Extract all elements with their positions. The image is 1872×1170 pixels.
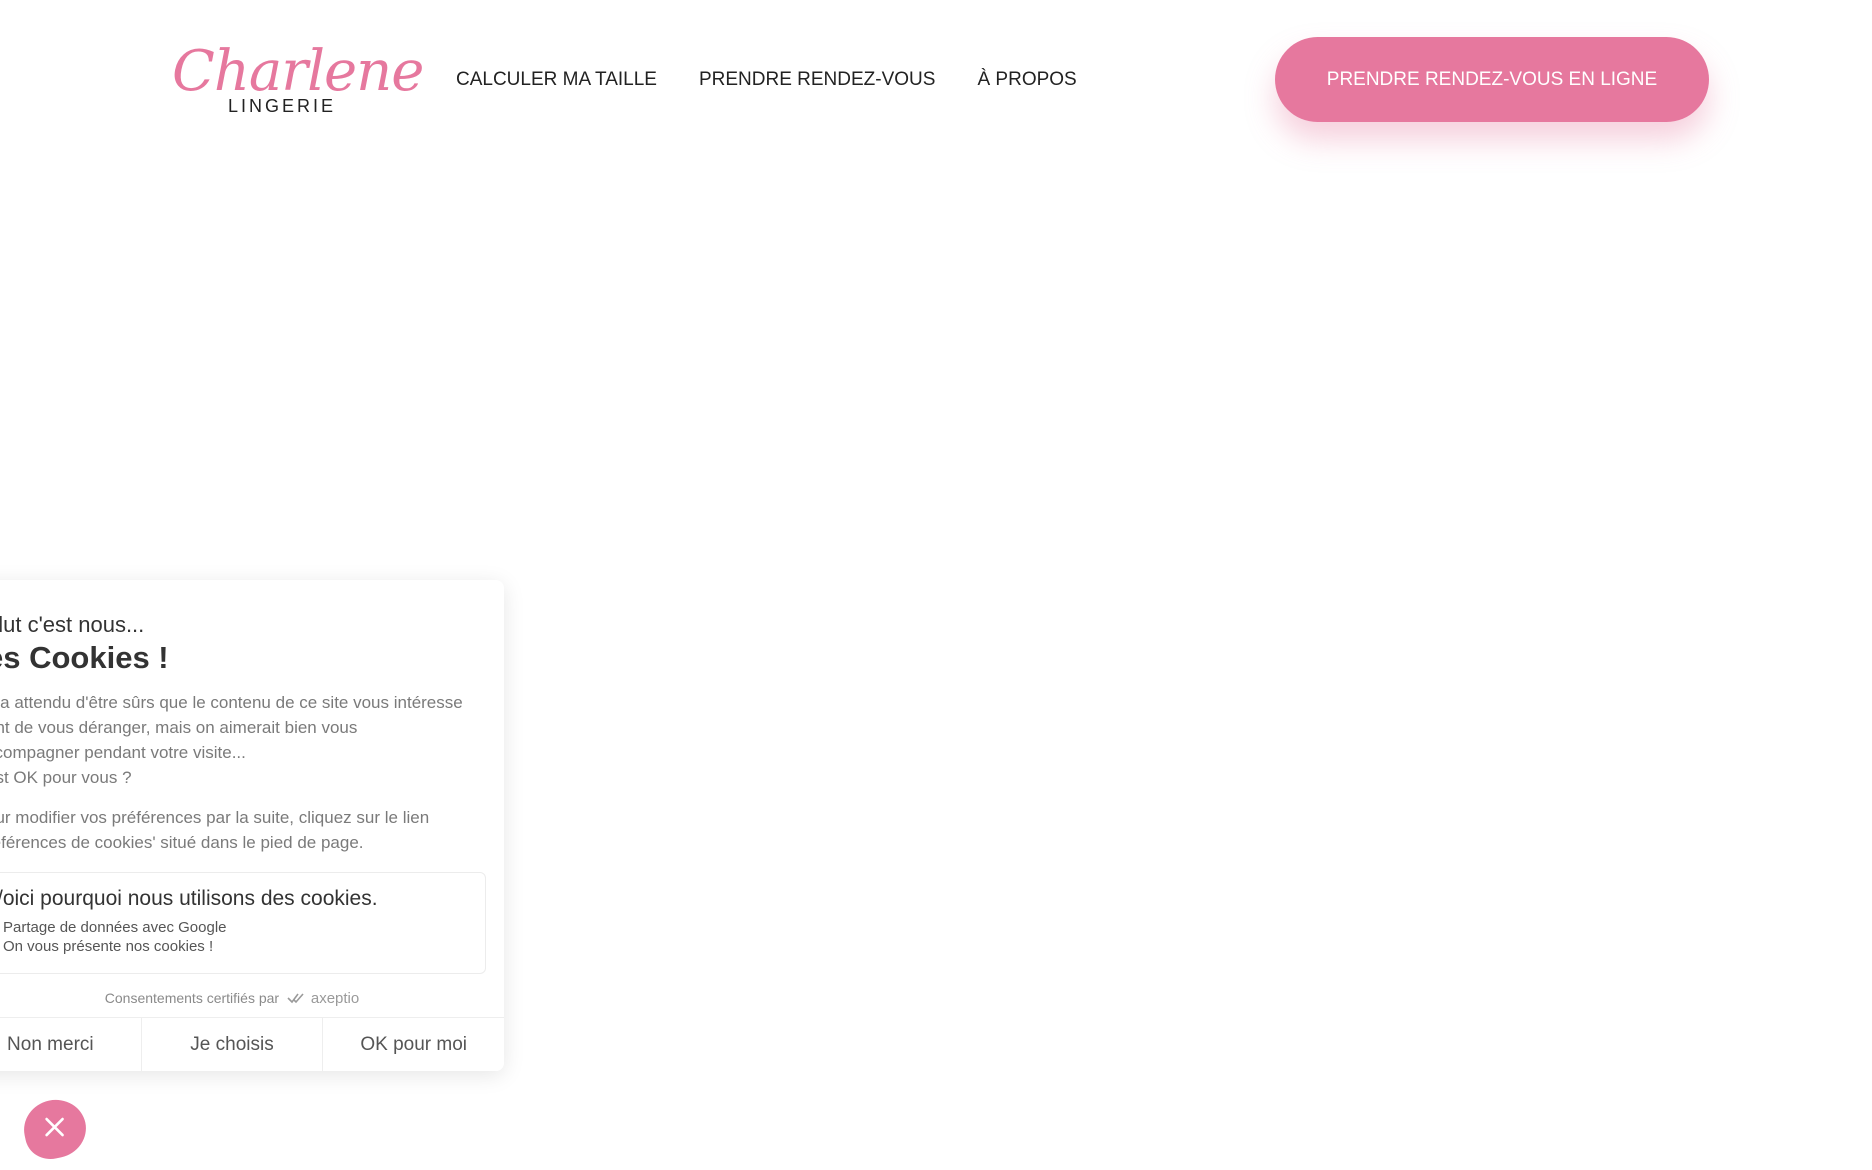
- close-cookie-widget-button[interactable]: [18, 1094, 92, 1164]
- choose-cookies-button[interactable]: Je choisis: [140, 1018, 323, 1071]
- cookie-actions: Non merci Je choisis OK pour moi: [0, 1017, 504, 1071]
- axeptio-brand[interactable]: axeptio: [311, 990, 359, 1007]
- cookie-consent-panel: alut c'est nous... es Cookies ! n a atte…: [0, 580, 504, 1071]
- cookie-hello-text: alut c'est nous...: [0, 612, 145, 637]
- logo-subtitle: LINGERIE: [227, 96, 336, 116]
- cookie-intro-line: n a attendu d'être sûrs que le contenu d…: [0, 693, 463, 712]
- cookie-intro-line: ccompagner pendant votre visite...: [0, 743, 246, 762]
- cookie-title: es Cookies !: [0, 640, 169, 675]
- cookie-intro-line: ant de vous déranger, mais on aimerait b…: [0, 718, 358, 737]
- cookie-reasons-box[interactable]: /oici pourquoi nous utilisons des cookie…: [0, 872, 486, 974]
- cookie-reason-item: On vous présente nos cookies !: [3, 938, 214, 955]
- accept-cookies-button[interactable]: OK pour moi: [322, 1018, 504, 1071]
- cookie-reasons-title: /oici pourquoi nous utilisons des cookie…: [0, 887, 378, 910]
- book-online-button[interactable]: PRENDRE RENDEZ-VOUS EN LIGNE: [1275, 37, 1709, 122]
- close-icon: [40, 1112, 70, 1145]
- certified-by-line: Consentements certifiés par axeptio: [0, 990, 504, 1007]
- cookie-intro-paragraph: n a attendu d'être sûrs que le contenu d…: [0, 690, 486, 790]
- cookie-intro-line: est OK pour vous ?: [0, 768, 132, 787]
- nav-link-prendre-rendez-vous[interactable]: PRENDRE RENDEZ-VOUS: [699, 69, 935, 91]
- cookie-preferences-paragraph: our modifier vos préférences par la suit…: [0, 805, 486, 855]
- cookie-preferences-line: références de cookies' situé dans le pie…: [0, 833, 364, 852]
- cookie-preferences-line: our modifier vos préférences par la suit…: [0, 808, 430, 827]
- nav-link-calculer-ma-taille[interactable]: CALCULER MA TAILLE: [456, 69, 657, 91]
- check-icon: [287, 991, 305, 1007]
- cookie-reason-item: Partage de données avec Google: [3, 919, 227, 936]
- refuse-cookies-button[interactable]: Non merci: [0, 1018, 141, 1071]
- page: Charlene LINGERIE CALCULER MA TAILLE PRE…: [0, 0, 1872, 1170]
- main-nav: CALCULER MA TAILLE PRENDRE RENDEZ-VOUS À…: [456, 66, 1119, 94]
- site-logo[interactable]: Charlene LINGERIE: [172, 38, 424, 120]
- certified-text: Consentements certifiés par: [104, 990, 280, 1006]
- nav-link-a-propos[interactable]: À PROPOS: [977, 69, 1076, 91]
